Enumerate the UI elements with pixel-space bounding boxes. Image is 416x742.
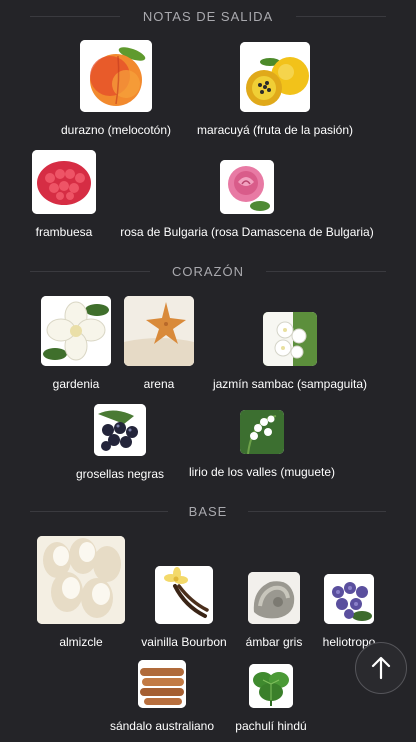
rose-icon bbox=[220, 160, 274, 214]
note-sandalo-australiano[interactable]: sándalo australiano bbox=[100, 660, 224, 733]
note-gardenia[interactable]: gardenia bbox=[40, 296, 112, 391]
note-label: vainilla Bourbon bbox=[141, 635, 227, 649]
note-label: grosellas negras bbox=[75, 467, 165, 481]
musk-icon bbox=[37, 536, 125, 624]
note-arena[interactable]: arena bbox=[124, 296, 194, 391]
note-maracuya[interactable]: maracuyá (fruta de la pasión) bbox=[188, 42, 362, 137]
note-almizcle[interactable]: almizcle bbox=[36, 536, 126, 649]
ambergris-icon bbox=[248, 572, 300, 624]
section-title: CORAZÓN bbox=[160, 263, 256, 279]
section-title: NOTAS DE SALIDA bbox=[130, 8, 286, 24]
note-label: almizcle bbox=[59, 635, 103, 649]
jasmine-icon bbox=[263, 312, 317, 366]
note-vainilla-bourbon[interactable]: vainilla Bourbon bbox=[134, 566, 234, 649]
note-durazno[interactable]: durazno (melocotón) bbox=[54, 40, 178, 137]
note-label: maracuyá (fruta de la pasión) bbox=[196, 123, 354, 137]
note-label: durazno (melocotón) bbox=[60, 123, 172, 137]
gardenia-icon bbox=[41, 296, 111, 366]
section-title: BASE bbox=[176, 503, 240, 519]
note-pachuli-hindu[interactable]: pachulí hindú bbox=[226, 664, 316, 733]
peach-icon bbox=[80, 40, 152, 112]
note-label: gardenia bbox=[52, 377, 100, 391]
note-label: lirio de los valles (muguete) bbox=[188, 465, 336, 479]
note-ambar-gris[interactable]: ámbar gris bbox=[240, 572, 308, 649]
note-jazmin-sambac[interactable]: jazmín sambac (sampaguita) bbox=[204, 312, 376, 391]
note-heliotropo[interactable]: heliotropo bbox=[316, 574, 382, 649]
note-label: pachulí hindú bbox=[235, 719, 307, 733]
raspberry-icon bbox=[32, 150, 96, 214]
arrow-up-icon bbox=[371, 656, 391, 680]
note-label: jazmín sambac (sampaguita) bbox=[212, 377, 368, 391]
section-header-base-notes: BASE bbox=[0, 501, 416, 521]
note-label: sándalo australiano bbox=[109, 719, 215, 733]
note-label: rosa de Bulgaria (rosa Damascena de Bulg… bbox=[120, 225, 374, 239]
note-frambuesa[interactable]: frambuesa bbox=[30, 150, 98, 239]
note-label: frambuesa bbox=[35, 225, 93, 239]
note-rosa-bulgaria[interactable]: rosa de Bulgaria (rosa Damascena de Bulg… bbox=[108, 160, 386, 239]
patchouli-icon bbox=[249, 664, 293, 708]
sand-starfish-icon bbox=[124, 296, 194, 366]
section-header-top-notes: NOTAS DE SALIDA bbox=[0, 6, 416, 26]
note-label: arena bbox=[143, 377, 175, 391]
vanilla-icon bbox=[155, 566, 213, 624]
note-grosellas-negras[interactable]: grosellas negras bbox=[70, 404, 170, 481]
note-label: ámbar gris bbox=[245, 635, 303, 649]
scroll-to-top-button[interactable] bbox=[355, 642, 407, 694]
lily-of-the-valley-icon bbox=[240, 410, 284, 454]
blackcurrant-icon bbox=[94, 404, 146, 456]
heliotrope-icon bbox=[324, 574, 374, 624]
passion-fruit-icon bbox=[240, 42, 310, 112]
sandalwood-icon bbox=[138, 660, 186, 708]
note-lirio-de-los-valles[interactable]: lirio de los valles (muguete) bbox=[180, 410, 344, 479]
section-header-heart-notes: CORAZÓN bbox=[0, 261, 416, 281]
